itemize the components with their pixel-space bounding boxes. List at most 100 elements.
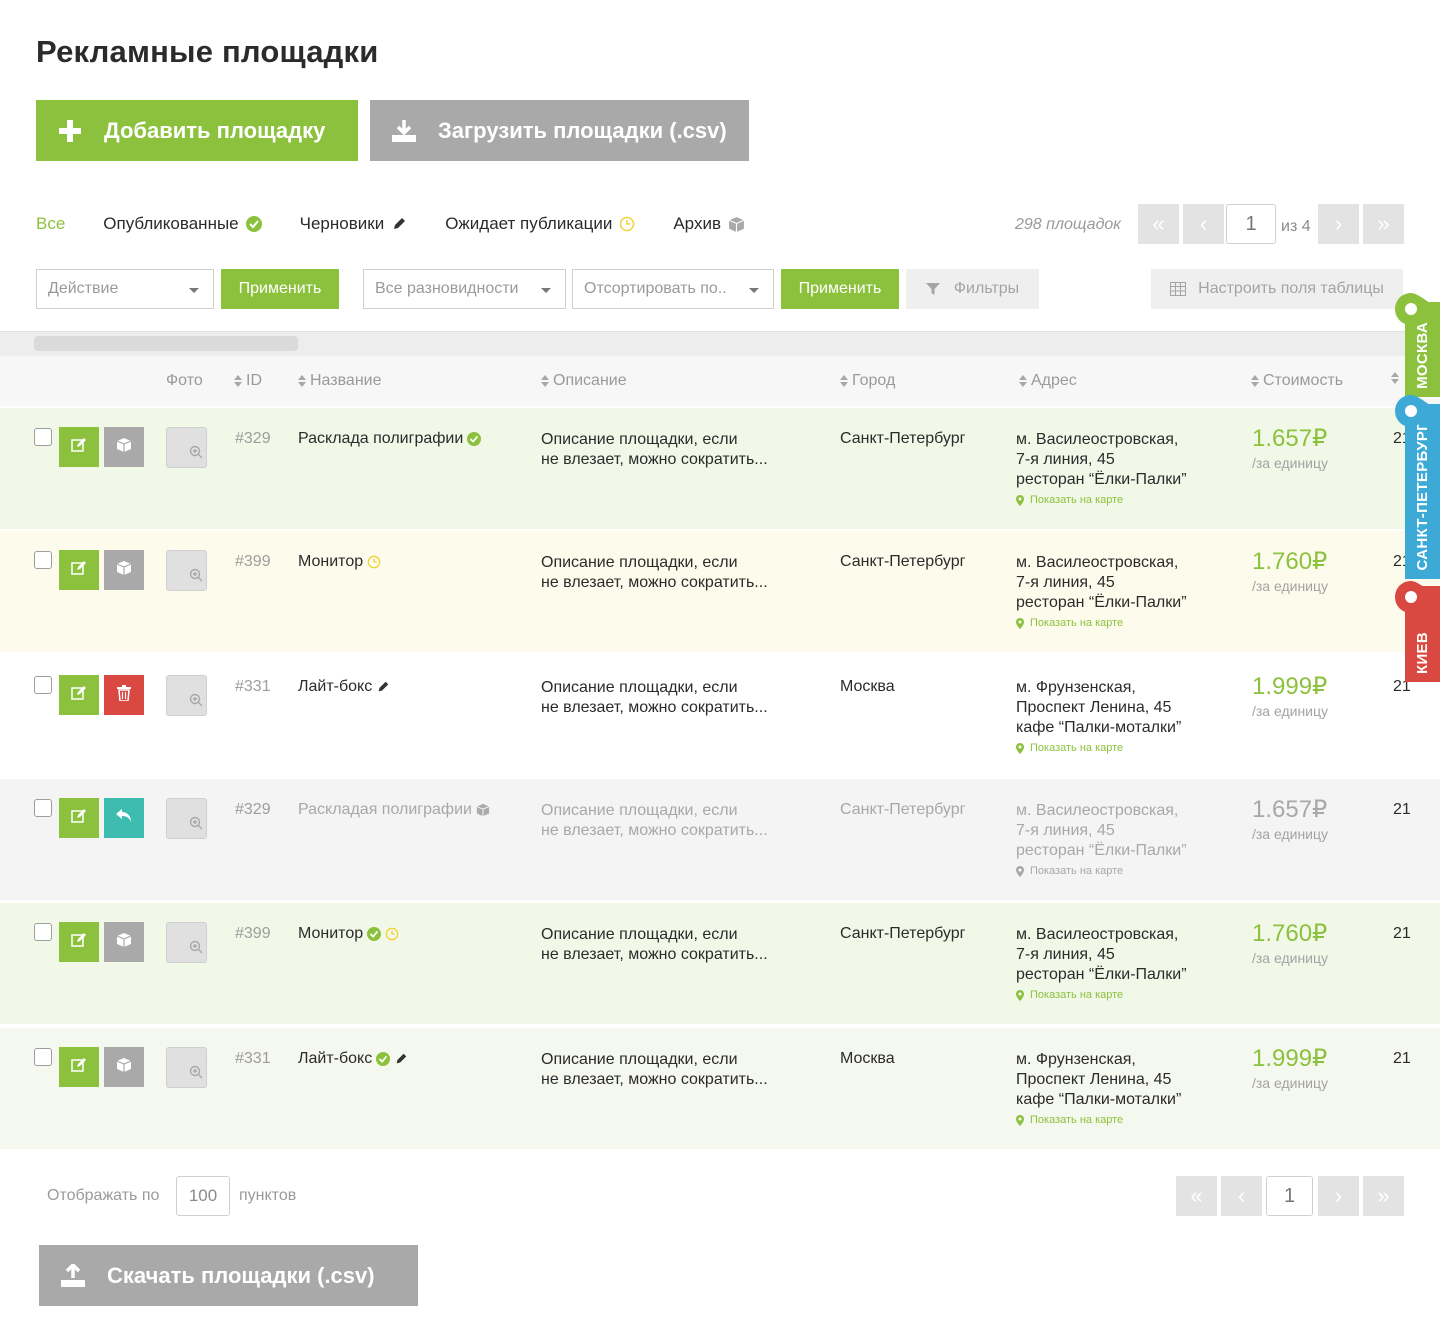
- first-page-button[interactable]: «: [1138, 204, 1179, 244]
- pencil-icon: [376, 680, 390, 694]
- row-name[interactable]: Лайт-бокс: [298, 1050, 408, 1068]
- prev-page-button[interactable]: ‹: [1183, 204, 1224, 244]
- show-on-map-link[interactable]: Показать на карте: [1016, 865, 1123, 877]
- edit-icon: [71, 685, 87, 706]
- show-on-map-link[interactable]: Показать на карте: [1016, 1114, 1123, 1126]
- table-header: [0, 356, 1440, 406]
- sort-icon: [1391, 372, 1399, 384]
- page-number-input[interactable]: 1: [1226, 204, 1276, 244]
- edit-button[interactable]: [59, 427, 99, 467]
- delete-button[interactable]: [104, 675, 144, 715]
- column-id[interactable]: ID: [234, 372, 262, 390]
- map-pin-icon: [1016, 742, 1024, 754]
- upload-csv-button[interactable]: Загрузить площадки (.csv): [370, 100, 749, 161]
- column-more[interactable]: [1391, 372, 1403, 384]
- configure-columns-button[interactable]: Настроить поля таблицы: [1151, 269, 1403, 309]
- row-price-unit: /за единицу: [1252, 950, 1329, 966]
- row-name[interactable]: Монитор: [298, 553, 381, 571]
- next-page-button[interactable]: ›: [1318, 1176, 1359, 1216]
- page-number-input[interactable]: 1: [1266, 1176, 1313, 1216]
- photo-thumbnail[interactable]: [166, 427, 207, 468]
- edit-button[interactable]: [59, 550, 99, 590]
- row-name[interactable]: Расклада полиграфии: [298, 430, 482, 448]
- next-page-button[interactable]: ›: [1318, 204, 1359, 244]
- row-name[interactable]: Лайт-бокс: [298, 678, 390, 696]
- row-checkbox[interactable]: [34, 551, 52, 569]
- column-city[interactable]: Город: [840, 372, 895, 390]
- show-on-map-link[interactable]: Показать на карте: [1016, 989, 1123, 1001]
- box-icon: [116, 560, 132, 581]
- show-on-map-link[interactable]: Показать на карте: [1016, 494, 1123, 506]
- edit-icon: [71, 932, 87, 953]
- tab-published[interactable]: Опубликованные: [103, 212, 262, 236]
- restore-button[interactable]: [104, 798, 144, 838]
- archive-button[interactable]: [104, 922, 144, 962]
- column-name[interactable]: Название: [298, 372, 382, 390]
- show-on-map-link[interactable]: Показать на карте: [1016, 617, 1123, 629]
- edit-button[interactable]: [59, 675, 99, 715]
- row-price-unit: /за единицу: [1252, 455, 1329, 471]
- row-checkbox[interactable]: [34, 428, 52, 446]
- archive-button[interactable]: [104, 1047, 144, 1087]
- per-page-input[interactable]: 100: [176, 1176, 230, 1216]
- row-price-unit: /за единицу: [1252, 703, 1329, 719]
- add-venue-label: Добавить площадку: [104, 117, 326, 143]
- edit-icon: [71, 1057, 87, 1078]
- photo-thumbnail[interactable]: [166, 798, 207, 839]
- photo-thumbnail[interactable]: [166, 1047, 207, 1088]
- photo-thumbnail[interactable]: [166, 675, 207, 716]
- bulk-action-select[interactable]: Действие: [36, 269, 214, 309]
- last-page-button[interactable]: »: [1363, 1176, 1404, 1216]
- tab-pending[interactable]: Ожидает публикации: [445, 212, 635, 236]
- row-description: Описание площадки, если не влезает, можно…: [541, 1051, 768, 1088]
- tab-drafts[interactable]: Черновики: [300, 212, 408, 236]
- column-price[interactable]: Стоимость: [1251, 372, 1343, 390]
- sort-select[interactable]: Отсортировать по..: [572, 269, 774, 309]
- tab-all[interactable]: Все: [36, 212, 65, 236]
- edit-button[interactable]: [59, 1047, 99, 1087]
- apply-sort-button[interactable]: Применить: [781, 269, 899, 309]
- show-on-map-link[interactable]: Показать на карте: [1016, 742, 1123, 754]
- edit-button[interactable]: [59, 922, 99, 962]
- per-page-unit: пунктов: [239, 1187, 297, 1204]
- apply-action-button[interactable]: Применить: [221, 269, 339, 309]
- funnel-icon: [925, 282, 940, 296]
- row-address: м. Василеостровская, 7-я линия, 45 рестора…: [1016, 431, 1187, 488]
- trash-icon: [117, 684, 131, 706]
- first-page-button[interactable]: «: [1176, 1176, 1217, 1216]
- tab-archive[interactable]: Архив: [673, 212, 745, 236]
- map-pin-icon: [1016, 865, 1024, 877]
- box-icon: [116, 437, 132, 458]
- row-checkbox[interactable]: [34, 1048, 52, 1066]
- archive-button[interactable]: [104, 550, 144, 590]
- upload-tray-icon: [39, 1263, 107, 1288]
- row-price-unit: /за единицу: [1252, 578, 1329, 594]
- plus-icon: [36, 119, 104, 143]
- photo-thumbnail[interactable]: [166, 550, 207, 591]
- horizontal-scrollbar-thumb[interactable]: [34, 336, 298, 351]
- row-checkbox[interactable]: [34, 923, 52, 941]
- column-description[interactable]: Описание: [541, 372, 627, 390]
- download-csv-button[interactable]: Скачать площадки (.csv): [39, 1245, 418, 1306]
- map-pin-icon: [1016, 617, 1024, 629]
- zoom-in-icon: [189, 568, 203, 587]
- photo-thumbnail[interactable]: [166, 922, 207, 963]
- prev-page-button[interactable]: ‹: [1221, 1176, 1262, 1216]
- last-page-button[interactable]: »: [1363, 204, 1404, 244]
- variety-select[interactable]: Все разновидности: [363, 269, 566, 309]
- row-name[interactable]: Монитор: [298, 925, 399, 943]
- column-address[interactable]: Адрес: [1019, 372, 1077, 390]
- row-checkbox[interactable]: [34, 799, 52, 817]
- filters-button[interactable]: Фильтры: [906, 269, 1039, 309]
- archive-button[interactable]: [104, 427, 144, 467]
- sort-icon: [1251, 375, 1259, 387]
- edit-button[interactable]: [59, 798, 99, 838]
- row-name[interactable]: Раскладая полиграфии: [298, 801, 490, 819]
- clock-icon: [367, 555, 381, 569]
- sort-icon: [234, 375, 242, 387]
- city-flag-saint-petersburg[interactable]: САНКТ-ПЕТЕРБУРГ: [1405, 404, 1440, 579]
- row-checkbox[interactable]: [34, 676, 52, 694]
- table-row: #329 Раскладая полиграфии Описание площа…: [0, 779, 1440, 900]
- row-description: Описание площадки, если не влезает, можно…: [541, 554, 768, 591]
- add-venue-button[interactable]: Добавить площадку: [36, 100, 358, 161]
